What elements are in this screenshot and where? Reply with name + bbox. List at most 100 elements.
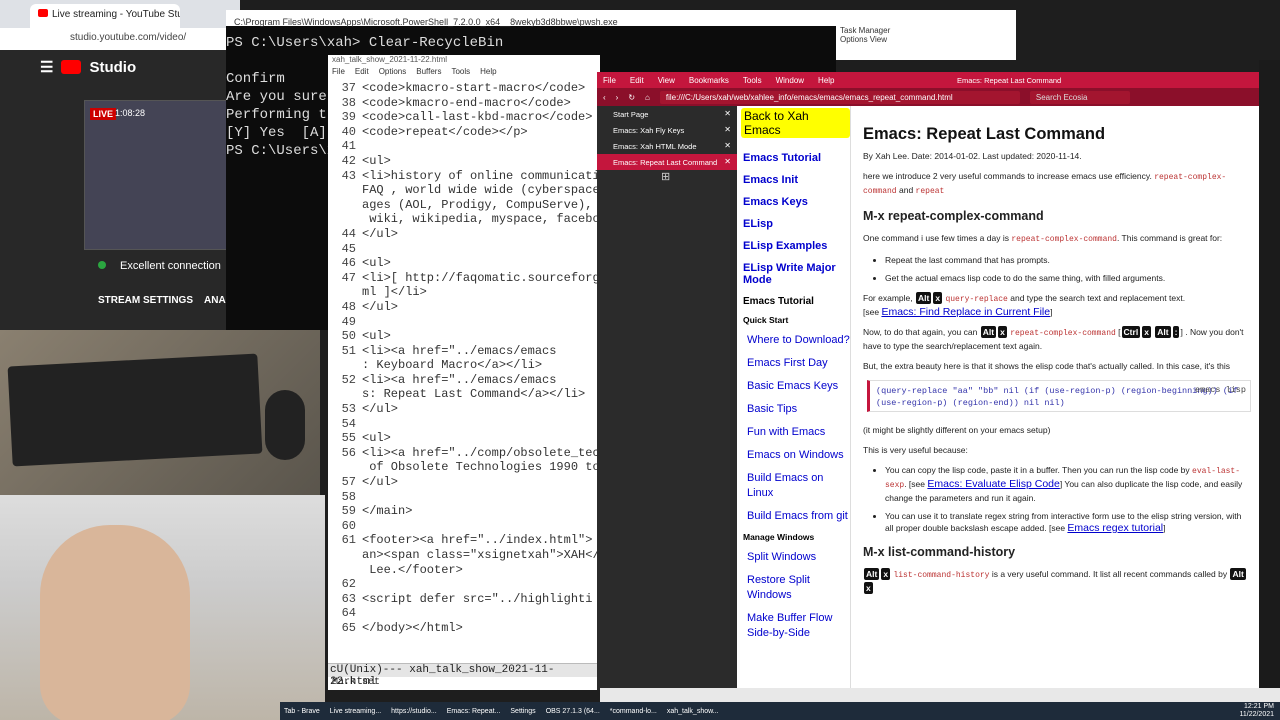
url-input[interactable]: file:///C:/Users/xah/web/xahlee_info/ema… [659, 90, 1020, 104]
taskbar-item[interactable]: Tab - Brave [284, 708, 320, 715]
line-number: 48 [341, 299, 356, 314]
browser-menu-view[interactable]: View [658, 76, 675, 85]
nav-section-title: Emacs Tutorial [743, 296, 814, 307]
back-to-xah-emacs-link[interactable]: Back to Xah Emacs [741, 108, 850, 138]
ps-line: Confirm [226, 71, 285, 87]
ps-line: Are you sure [226, 89, 327, 105]
stream-settings-tab[interactable]: STREAM SETTINGS [98, 295, 193, 306]
site-nav: Back to Xah Emacs Emacs Tutorial Emacs I… [739, 106, 851, 690]
code-line: 42 <ul> [328, 154, 600, 169]
taskbar-clock[interactable]: 12:21 PM 11/22/2021 [1239, 703, 1280, 719]
emacs-menu-tools[interactable]: Tools [451, 67, 470, 79]
right-side-panel [1259, 60, 1280, 690]
nav-link[interactable]: Split Windows [747, 550, 850, 565]
nav-link[interactable]: Emacs Tutorial [743, 152, 850, 164]
nav-link[interactable]: ELisp Write Major Mode [743, 262, 850, 286]
nav-link[interactable]: Where to Download? [747, 333, 850, 348]
emacs-menu-options[interactable]: Options [379, 67, 407, 79]
close-icon[interactable]: ✕ [724, 109, 731, 118]
code-block[interactable]: emacs lisp (query-replace "aa" "bb" nil (… [867, 380, 1251, 412]
list-item: Get the actual emacs lisp code to do the… [885, 272, 1251, 284]
nav-link[interactable]: ELisp Examples [743, 240, 850, 252]
new-tab-icon[interactable]: ⊞ [597, 170, 737, 183]
forward-icon[interactable]: › [616, 93, 619, 102]
live-duration: 1:08:28 [115, 108, 146, 118]
taskbar-item[interactable]: Emacs: Repeat... [447, 708, 501, 715]
nav-link[interactable]: Restore Split Windows [747, 573, 850, 603]
list: Repeat the last command that has prompts… [885, 254, 1251, 284]
nav-link[interactable]: Emacs First Day [747, 356, 850, 371]
browser-menu-file[interactable]: File [603, 76, 616, 85]
tab-xah-fly-keys[interactable]: Emacs: Xah Fly Keys ✕ [597, 122, 737, 138]
browser-menu-tools[interactable]: Tools [743, 76, 762, 85]
browser-menu-edit[interactable]: Edit [630, 76, 644, 85]
reload-icon[interactable]: ↻ [628, 93, 635, 102]
key-alt: Alt [980, 326, 997, 338]
emacs-menu-edit[interactable]: Edit [355, 67, 369, 79]
evaluate-elisp-link[interactable]: Emacs: Evaluate Elisp Code [927, 478, 1059, 490]
article: Emacs: Repeat Last Command By Xah Lee. D… [855, 106, 1259, 690]
emacs-menu-help[interactable]: Help [480, 67, 496, 79]
task-manager-menu[interactable]: Options View [840, 35, 1012, 44]
nav-link[interactable]: Fun with Emacs [747, 425, 850, 440]
line-text: : Keyboard Macro</a></li> [362, 358, 543, 373]
tab-xah-html-mode[interactable]: Emacs: Xah HTML Mode ✕ [597, 138, 737, 154]
search-input[interactable]: Search Ecosia [1029, 90, 1130, 104]
address-bar[interactable]: studio.youtube.com/video/ [0, 28, 240, 50]
close-icon[interactable]: ✕ [724, 157, 731, 166]
nav-link[interactable]: ELisp [743, 218, 850, 230]
regex-tutorial-link[interactable]: Emacs regex tutorial [1067, 522, 1163, 534]
key-x: x [998, 326, 1007, 338]
code-line: 49 [328, 315, 600, 330]
nav-link[interactable]: Emacs Init [743, 174, 850, 186]
emacs-minibuffer[interactable]: Mark set [328, 677, 600, 690]
taskbar-item[interactable]: xah_talk_show... [667, 708, 719, 715]
emacs-menu-buffers[interactable]: Buffers [416, 67, 441, 79]
line-number: 55 [341, 431, 356, 446]
emacs-menu-file[interactable]: File [332, 67, 345, 79]
code-line: 62 [328, 577, 600, 592]
close-icon[interactable]: ✕ [724, 141, 731, 150]
stream-preview [84, 100, 234, 250]
taskbar-item[interactable]: https://studio... [391, 708, 437, 715]
nav-link[interactable]: Emacs Keys [743, 196, 850, 208]
taskbar-item[interactable]: *command-lo... [610, 708, 657, 715]
taskbar-item[interactable]: Settings [510, 708, 535, 715]
line-number [328, 563, 362, 578]
home-icon[interactable]: ⌂ [645, 93, 650, 102]
youtube-icon [38, 9, 48, 17]
code-line: 56 <li><a href="../comp/obsolete_tec [328, 446, 600, 461]
nav-link[interactable]: Build Emacs on Linux [747, 471, 850, 501]
browser-menu-bookmarks[interactable]: Bookmarks [689, 76, 729, 85]
nav-link[interactable]: Basic Tips [747, 402, 850, 417]
key-alt: Alt [1155, 326, 1171, 338]
ps-line: [Y] Yes [A] [226, 125, 327, 141]
back-icon[interactable]: ‹ [603, 93, 606, 102]
vertical-tabs-sidebar: Start Page ✕ Emacs: Xah Fly Keys ✕ Emacs: … [597, 106, 737, 690]
browser-menu-help[interactable]: Help [818, 76, 834, 85]
code-line: wiki, wikipedia, myspace, facebo [328, 212, 600, 227]
browser-window: File Edit View Bookmarks Tools Window He… [597, 72, 1259, 690]
browser-menu-window[interactable]: Window [776, 76, 804, 85]
paragraph: One command i use few times a day is rep… [863, 233, 1223, 244]
tab-repeat-last-command[interactable]: Emacs: Repeat Last Command ✕ [597, 154, 737, 170]
menu-icon[interactable]: ☰ [40, 58, 53, 76]
ps-line: PS C:\Users\xah> Clear-RecycleBin [226, 35, 504, 51]
youtube-logo-icon[interactable] [61, 60, 82, 74]
nav-link[interactable]: Build Emacs from git [747, 509, 850, 524]
find-replace-link[interactable]: Emacs: Find Replace in Current File [881, 306, 1050, 318]
tab-live-streaming[interactable]: Live streaming - YouTube Studio [30, 4, 180, 28]
close-icon[interactable]: ✕ [724, 125, 731, 134]
emacs-window[interactable]: xah_talk_show_2021-11-22.html File Edit … [328, 55, 600, 690]
taskbar-item[interactable]: Live streaming... [330, 708, 381, 715]
live-badge: LIVE [90, 108, 117, 120]
line-text: <ul> [362, 329, 391, 344]
line-text: </ul> [362, 299, 399, 314]
nav-link[interactable]: Emacs on Windows [747, 448, 850, 463]
emacs-buffer[interactable]: 37 <code>kmacro-start-macro</code> 38 <code… [328, 79, 600, 636]
nav-link[interactable]: Make Buffer Flow Side-by-Side [747, 611, 850, 641]
taskbar-item[interactable]: OBS 27.1.3 (64... [546, 708, 600, 715]
tab-start-page[interactable]: Start Page ✕ [597, 106, 737, 122]
line-text: <code>kmacro-end-macro</code> [362, 95, 571, 110]
nav-link[interactable]: Basic Emacs Keys [747, 379, 850, 394]
